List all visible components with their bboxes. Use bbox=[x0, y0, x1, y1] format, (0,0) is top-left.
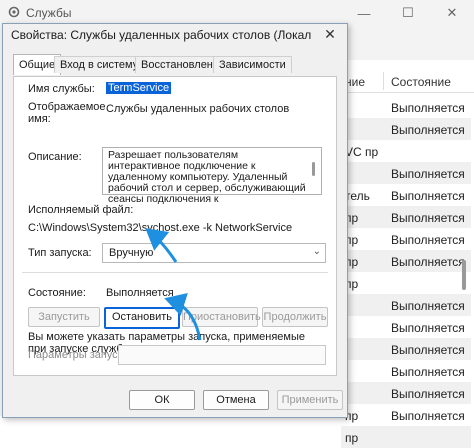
row-status: Выполняется bbox=[391, 123, 465, 137]
row-cell: пр bbox=[345, 211, 359, 225]
table-row[interactable]: VC пр bbox=[341, 140, 471, 162]
table-row[interactable]: пр Выполняется bbox=[341, 250, 471, 272]
services-app-icon bbox=[8, 6, 20, 18]
description-box[interactable]: Разрешает пользователям интерактивное по… bbox=[102, 147, 322, 205]
column-header-status[interactable]: Состояние bbox=[391, 75, 451, 89]
description-value: Разрешает пользователям интерактивное по… bbox=[108, 149, 306, 205]
tab-dependencies[interactable]: Зависимости bbox=[213, 56, 292, 73]
table-row[interactable]: тель Выполняется bbox=[341, 184, 471, 206]
chevron-down-icon: ⌄ bbox=[312, 246, 321, 257]
resume-button[interactable]: Продолжить bbox=[262, 307, 328, 327]
table-row[interactable]: пр bbox=[341, 426, 471, 448]
row-cell: пр bbox=[345, 233, 359, 247]
table-row[interactable]: пр Выполняется bbox=[341, 206, 471, 228]
section-divider bbox=[22, 272, 328, 273]
row-status: Выполняется bbox=[391, 365, 465, 379]
row-status: Выполняется bbox=[391, 321, 465, 335]
row-status: Выполняется bbox=[391, 299, 465, 313]
row-status: Выполняется bbox=[391, 167, 465, 181]
table-row[interactable]: пр Выполняется bbox=[341, 228, 471, 250]
pause-button[interactable]: Приостановить bbox=[182, 307, 261, 327]
start-button[interactable]: Запустить bbox=[28, 307, 100, 327]
row-status: Выполняется bbox=[391, 101, 465, 115]
dialog-close-icon[interactable]: ✕ bbox=[321, 26, 339, 42]
row-status: Выполняется bbox=[391, 387, 465, 401]
startup-params-label: Параметры запуска: bbox=[28, 349, 132, 361]
description-scrollbar[interactable] bbox=[312, 162, 315, 176]
table-row[interactable]: Выполняется bbox=[341, 118, 471, 140]
table-row[interactable]: Выполняется bbox=[341, 382, 471, 404]
display-name-label: Отображаемое имя: bbox=[28, 101, 106, 125]
service-name-label: Имя службы: bbox=[28, 83, 95, 95]
services-scrollbar-thumb[interactable] bbox=[462, 260, 466, 290]
ok-button[interactable]: ОК bbox=[129, 390, 195, 410]
row-cell: пр bbox=[345, 409, 359, 423]
status-label: Состояние: bbox=[28, 287, 86, 299]
general-tab-panel: Имя службы: TermService Отображаемое имя… bbox=[13, 76, 337, 376]
row-cell: пр bbox=[345, 277, 359, 291]
row-status: Выполняется bbox=[391, 211, 465, 225]
display-name-value[interactable]: Службы удаленных рабочих столов bbox=[106, 103, 289, 115]
table-row[interactable]: Выполняется bbox=[341, 316, 471, 338]
stop-button[interactable]: Остановить bbox=[104, 307, 180, 329]
startup-type-value: Вручную bbox=[109, 247, 154, 259]
table-row[interactable]: пр Выполняется bbox=[341, 404, 471, 426]
row-cell: пр bbox=[345, 255, 359, 269]
column-separator[interactable] bbox=[383, 72, 384, 90]
tab-logon[interactable]: Вход в систему bbox=[54, 56, 145, 73]
exe-path-value[interactable]: C:\Windows\System32\svchost.exe -k Netwo… bbox=[28, 222, 292, 234]
table-row[interactable]: Выполняется bbox=[341, 360, 471, 382]
maximize-button[interactable]: ☐ bbox=[386, 0, 430, 26]
row-status: Выполняется bbox=[391, 255, 465, 269]
table-row[interactable]: пр bbox=[341, 272, 471, 294]
table-row[interactable]: Выполняется bbox=[341, 162, 471, 184]
row-status: Выполняется bbox=[391, 343, 465, 357]
row-cell: тель bbox=[345, 189, 370, 203]
table-row[interactable]: Выполняется bbox=[341, 294, 471, 316]
table-row[interactable]: Выполняется bbox=[341, 338, 471, 360]
exe-path-label: Исполняемый файл: bbox=[28, 204, 134, 216]
dialog-title: Свойства: Службы удаленных рабочих столо… bbox=[11, 28, 311, 42]
minimize-button[interactable]: — bbox=[342, 0, 386, 26]
column-header-partial[interactable]: ние bbox=[345, 75, 365, 89]
description-label: Описание: bbox=[28, 151, 82, 163]
startup-type-label: Тип запуска: bbox=[28, 247, 92, 259]
row-status: Выполняется bbox=[391, 233, 465, 247]
row-status: Выполняется bbox=[391, 189, 465, 203]
row-cell: пр bbox=[345, 431, 359, 445]
startup-type-dropdown[interactable]: Вручную ⌄ bbox=[102, 243, 326, 263]
close-window-button[interactable]: ✕ bbox=[430, 0, 474, 26]
table-row[interactable]: Выполняется bbox=[341, 96, 471, 118]
apply-button[interactable]: Применить bbox=[277, 390, 343, 410]
properties-dialog: Свойства: Службы удаленных рабочих столо… bbox=[2, 23, 348, 418]
row-status: Выполняется bbox=[391, 409, 465, 423]
services-list: ние Состояние Выполняется Выполняется VC п… bbox=[340, 60, 474, 448]
status-value: Выполняется bbox=[106, 287, 174, 299]
row-cell: VC пр bbox=[345, 145, 379, 159]
startup-params-input[interactable] bbox=[118, 345, 326, 365]
cancel-button[interactable]: Отмена bbox=[203, 390, 269, 410]
services-list-header: ние Состояние bbox=[341, 70, 474, 93]
service-name-value[interactable]: TermService bbox=[106, 82, 172, 94]
services-window-title: Службы bbox=[26, 6, 72, 20]
